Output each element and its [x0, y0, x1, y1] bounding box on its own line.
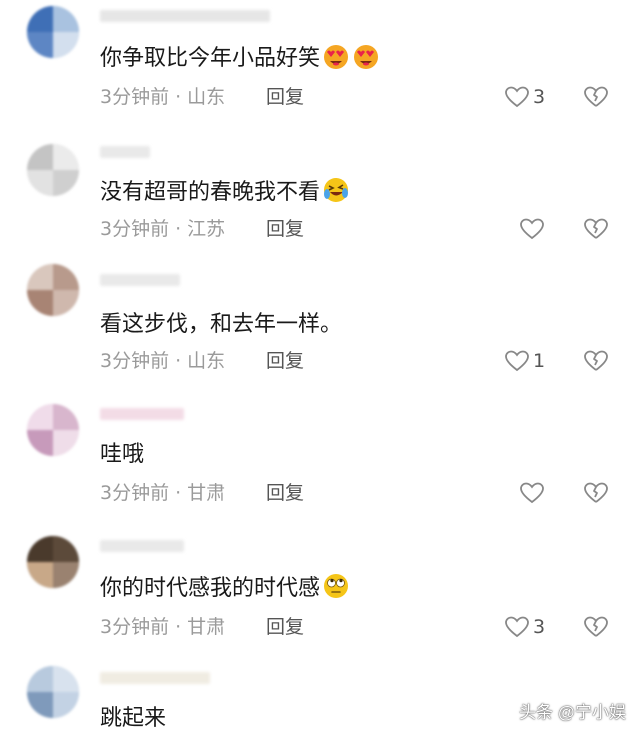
username-blurred[interactable] — [100, 540, 184, 552]
username-blurred[interactable] — [100, 274, 180, 286]
broken-heart-icon[interactable] — [583, 614, 609, 640]
avatar[interactable] — [27, 666, 79, 718]
reply-button[interactable]: 回复 — [266, 614, 304, 640]
heart-eyes-emoji-icon — [324, 45, 349, 69]
like-button[interactable]: 1 — [505, 348, 545, 374]
comment-meta: 3分钟前 · 甘肃 — [100, 614, 225, 640]
comment-meta: 3分钟前 · 甘肃 — [100, 480, 225, 506]
comment-text: 哇哦 — [100, 442, 145, 467]
heart-icon — [520, 218, 544, 240]
like-button[interactable]: 3 — [505, 614, 545, 640]
separator: · — [175, 616, 182, 638]
like-count: 3 — [533, 86, 546, 108]
like-count: 1 — [533, 350, 546, 372]
location: 甘肃 — [187, 482, 226, 504]
separator: · — [175, 86, 182, 108]
heart-icon — [505, 616, 529, 638]
reply-button[interactable]: 回复 — [266, 480, 304, 506]
timestamp: 3分钟前 — [100, 616, 170, 638]
avatar[interactable] — [27, 264, 79, 316]
watermark: 头条 @宁小娱 — [519, 703, 626, 722]
comment-text: 没有超哥的春晚我不看 — [100, 176, 350, 208]
broken-heart-icon[interactable] — [583, 216, 609, 242]
separator: · — [175, 218, 182, 240]
comment-text: 你争取比今年小品好笑 — [100, 42, 380, 74]
heart-icon — [505, 350, 529, 372]
comment-text: 跳起来 — [100, 706, 167, 731]
heart-icon — [520, 482, 544, 504]
comment-meta: 3分钟前 · 江苏 — [100, 216, 225, 242]
like-button[interactable] — [520, 480, 560, 506]
location: 山东 — [187, 350, 226, 372]
heart-eyes-emoji-icon — [354, 45, 379, 69]
separator: · — [175, 482, 182, 504]
broken-heart-icon[interactable] — [583, 348, 609, 374]
laughing-tears-emoji-icon — [324, 178, 349, 202]
username-blurred[interactable] — [100, 10, 270, 22]
rolling-eyes-emoji-icon — [324, 574, 349, 598]
avatar[interactable] — [27, 6, 79, 58]
reply-button[interactable]: 回复 — [266, 348, 304, 374]
avatar[interactable] — [27, 536, 79, 588]
location: 甘肃 — [187, 616, 226, 638]
like-count: 3 — [533, 616, 546, 638]
username-blurred[interactable] — [100, 672, 210, 684]
comment-text: 你的时代感我的时代感 — [100, 572, 350, 604]
separator: · — [175, 350, 182, 372]
avatar[interactable] — [27, 144, 79, 196]
reply-button[interactable]: 回复 — [266, 216, 304, 242]
comment-meta: 3分钟前 · 山东 — [100, 84, 225, 110]
comment-meta: 3分钟前 · 山东 — [100, 348, 225, 374]
like-button[interactable] — [520, 216, 560, 242]
broken-heart-icon[interactable] — [583, 480, 609, 506]
timestamp: 3分钟前 — [100, 482, 170, 504]
location: 江苏 — [187, 218, 226, 240]
timestamp: 3分钟前 — [100, 218, 170, 240]
timestamp: 3分钟前 — [100, 350, 170, 372]
username-blurred[interactable] — [100, 146, 150, 158]
username-blurred[interactable] — [100, 408, 184, 420]
like-button[interactable]: 3 — [505, 84, 545, 110]
comment-text: 看这步伐，和去年一样。 — [100, 312, 343, 337]
heart-icon — [505, 86, 529, 108]
location: 山东 — [187, 86, 226, 108]
broken-heart-icon[interactable] — [583, 84, 609, 110]
reply-button[interactable]: 回复 — [266, 84, 304, 110]
timestamp: 3分钟前 — [100, 86, 170, 108]
avatar[interactable] — [27, 404, 79, 456]
